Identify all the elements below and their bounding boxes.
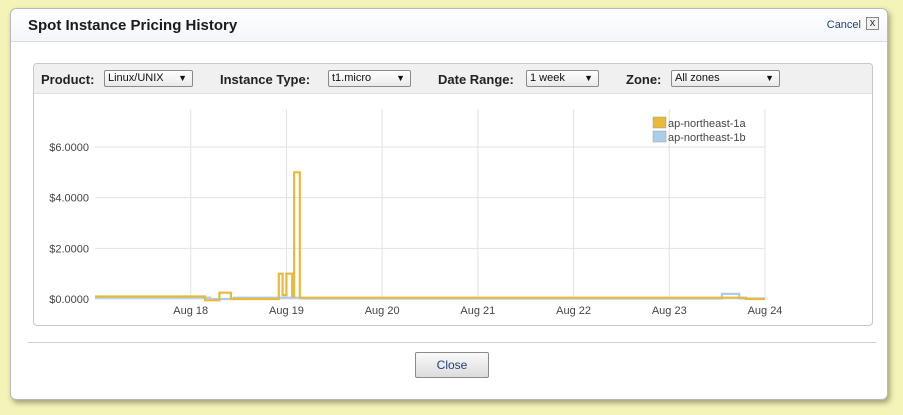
legend-label: ap-northeast-1b bbox=[668, 132, 746, 144]
legend-swatch bbox=[652, 116, 667, 129]
y-tick-label: $0.0000 bbox=[49, 294, 89, 306]
series-line bbox=[95, 171, 765, 302]
cancel-link[interactable]: Cancel bbox=[827, 19, 861, 31]
pricing-chart: $0.0000 $2.0000 $4.0000 $6.0000 Aug 18 Aug 19… bbox=[49, 109, 783, 317]
x-tick-label: Aug 19 bbox=[269, 305, 304, 317]
legend-label: ap-northeast-1a bbox=[668, 118, 747, 130]
x-tick-label: Aug 24 bbox=[748, 305, 783, 317]
dialog-title: Spot Instance Pricing History bbox=[28, 17, 238, 34]
x-tick-label: Aug 18 bbox=[173, 305, 208, 317]
pricing-history-dialog: Spot Instance Pricing History Cancel x P… bbox=[10, 8, 888, 400]
chart-panel: Product: Linux/UNIX ▼ Instance Type: t1.… bbox=[33, 63, 873, 326]
legend-swatch bbox=[652, 130, 667, 143]
x-tick-label: Aug 20 bbox=[365, 305, 400, 317]
y-tick-label: $4.0000 bbox=[49, 193, 89, 205]
dialog-header: Spot Instance Pricing History Cancel x bbox=[11, 9, 887, 42]
x-tick-label: Aug 21 bbox=[460, 305, 495, 317]
x-tick-label: Aug 23 bbox=[652, 305, 687, 317]
close-icon[interactable]: x bbox=[866, 17, 879, 30]
y-tick-label: $2.0000 bbox=[49, 243, 89, 255]
y-tick-label: $6.0000 bbox=[49, 142, 89, 154]
close-button[interactable]: Close bbox=[415, 352, 489, 378]
footer-divider bbox=[28, 342, 876, 343]
x-tick-label: Aug 22 bbox=[556, 305, 591, 317]
